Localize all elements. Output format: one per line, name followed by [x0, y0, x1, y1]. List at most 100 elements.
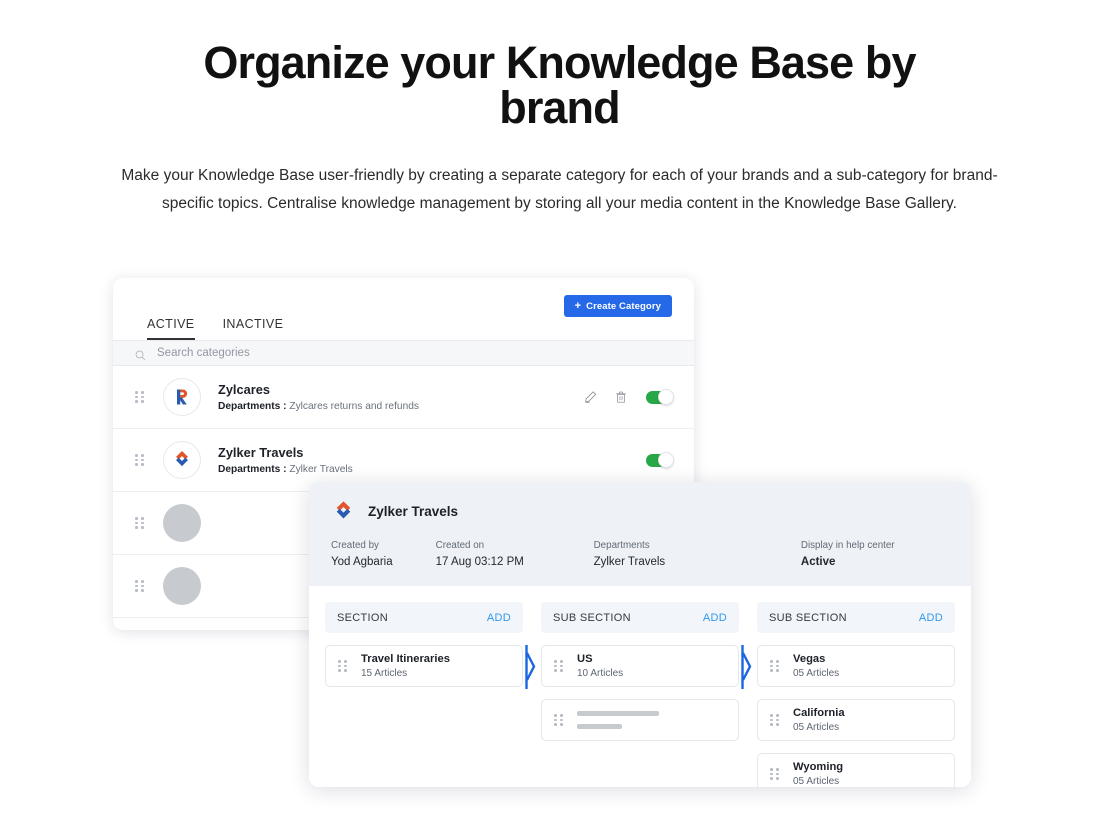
section-column: SECTION ADD Travel Itineraries 15 Articl… — [325, 602, 536, 787]
list-item-count: 05 Articles — [793, 776, 840, 787]
list-item-meta: Wyoming 05 Articles — [793, 761, 843, 787]
list-item-count: 05 Articles — [793, 668, 840, 679]
field-label: Display in help center — [800, 540, 895, 551]
list-item-meta: California 05 Articles — [793, 707, 845, 733]
zylcares-r-logo — [163, 378, 201, 416]
delete-icon[interactable] — [615, 390, 628, 404]
search-bar[interactable]: Search categories — [113, 340, 694, 366]
departments-label: Departments : — [218, 401, 287, 412]
category-name: Zylker Travels — [218, 445, 304, 460]
category-meta: Zylcares Departments : Zylcares returns … — [218, 382, 584, 412]
drag-handle-icon[interactable] — [554, 714, 565, 726]
create-category-label: Create Category — [586, 300, 661, 312]
toggle-knob — [658, 389, 674, 405]
placeholder-line — [577, 724, 622, 729]
status-toggle[interactable] — [646, 452, 674, 468]
list-item-meta: Travel Itineraries 15 Articles — [361, 653, 450, 679]
field-created-by: Created by Yod Agbaria — [331, 540, 436, 568]
edit-icon[interactable] — [584, 390, 597, 404]
list-item-name: California — [793, 707, 845, 719]
status-badge: Active — [800, 556, 836, 568]
list-item-count: 10 Articles — [577, 668, 624, 679]
connector-arrow-icon — [525, 645, 536, 689]
connector-arrow-icon — [741, 645, 752, 689]
list-item-name: US — [577, 653, 593, 665]
tab-inactive[interactable]: INACTIVE — [223, 317, 284, 340]
category-departments: Departments : Zylker Travels — [218, 464, 646, 475]
list-item[interactable]: Wyoming 05 Articles — [757, 753, 955, 787]
list-item-name: Vegas — [793, 653, 826, 665]
page-subtitle: Make your Knowledge Base user-friendly b… — [121, 167, 998, 212]
avatar — [163, 504, 201, 542]
drag-handle-icon[interactable] — [770, 660, 781, 672]
create-category-button[interactable]: + Create Category — [563, 295, 672, 317]
field-created-on: Created on 17 Aug 03:12 PM — [436, 540, 594, 568]
search-input-placeholder[interactable]: Search categories — [157, 347, 250, 359]
section-column-header: SECTION ADD — [325, 602, 523, 633]
detail-fields: Created by Yod Agbaria Created on 17 Aug… — [331, 540, 949, 568]
drag-handle-icon[interactable] — [135, 517, 146, 529]
field-value: 17 Aug 03:12 PM — [435, 556, 524, 568]
field-label: Created on — [435, 540, 485, 551]
list-item-meta: Vegas 05 Articles — [793, 653, 839, 679]
drag-handle-icon[interactable] — [338, 660, 349, 672]
drag-handle-icon[interactable] — [770, 768, 781, 780]
tab-active[interactable]: ACTIVE — [147, 317, 195, 340]
status-toggle[interactable] — [646, 389, 674, 405]
search-icon — [135, 348, 146, 360]
zylker-travels-logo — [331, 499, 356, 524]
drag-handle-icon[interactable] — [135, 580, 146, 592]
detail-panel-header: Zylker Travels Created by Yod Agbaria Cr… — [309, 482, 971, 586]
departments-value: Zylker Travels — [289, 464, 353, 475]
list-item — [541, 699, 739, 741]
detail-panel-body: SECTION ADD Travel Itineraries 15 Articl… — [309, 586, 971, 787]
row-actions — [646, 452, 674, 468]
sub-section-column-header: SUB SECTION ADD — [541, 602, 739, 633]
plus-icon: + — [574, 299, 582, 312]
column-title: SUB SECTION — [553, 611, 631, 624]
row-actions — [584, 389, 674, 405]
list-item[interactable]: California 05 Articles — [757, 699, 955, 741]
category-departments: Departments : Zylcares returns and refun… — [218, 401, 584, 412]
drag-handle-icon[interactable] — [770, 714, 781, 726]
column-title: SECTION — [337, 611, 388, 624]
column-title: SUB SECTION — [769, 611, 847, 624]
sub-section-column-header: SUB SECTION ADD — [757, 602, 955, 633]
list-item[interactable]: Travel Itineraries 15 Articles — [325, 645, 523, 687]
drag-handle-icon[interactable] — [135, 454, 146, 466]
list-item-count: 15 Articles — [361, 668, 408, 679]
sub-section-column: SUB SECTION ADD US 10 Articles — [541, 602, 752, 787]
field-departments: Departments Zylker Travels — [594, 540, 801, 568]
field-label: Departments — [593, 540, 650, 551]
detail-title-row: Zylker Travels — [331, 499, 949, 524]
departments-label: Departments : — [218, 464, 287, 475]
category-toolbar: + Create Category ACTIVE INACTIVE — [113, 278, 694, 340]
field-display-in-help-center: Display in help center Active — [801, 540, 949, 568]
list-item[interactable]: Vegas 05 Articles — [757, 645, 955, 687]
list-item[interactable]: US 10 Articles — [541, 645, 739, 687]
detail-panel-title: Zylker Travels — [368, 504, 459, 519]
zylker-travels-logo — [163, 441, 201, 479]
hero-section: Organize your Knowledge Base by brand Ma… — [0, 0, 1119, 218]
add-sub-section-button[interactable]: ADD — [703, 612, 727, 624]
category-detail-panel: Zylker Travels Created by Yod Agbaria Cr… — [309, 482, 971, 787]
drag-handle-icon[interactable] — [554, 660, 565, 672]
page-title: Organize your Knowledge Base by brand — [203, 37, 916, 133]
add-section-button[interactable]: ADD — [487, 612, 511, 624]
drag-handle-icon[interactable] — [135, 391, 146, 403]
add-sub-section-button[interactable]: ADD — [919, 612, 943, 624]
list-item-meta: US 10 Articles — [577, 653, 623, 679]
sub-section-column: SUB SECTION ADD Vegas 05 Articles Califo… — [757, 602, 955, 787]
placeholder-lines — [577, 711, 659, 729]
list-item-name: Wyoming — [793, 761, 844, 773]
page-root: Organize your Knowledge Base by brand Ma… — [0, 0, 1119, 836]
list-item-count: 05 Articles — [793, 722, 840, 733]
table-row[interactable]: Zylcares Departments : Zylcares returns … — [113, 366, 694, 429]
field-label: Created by — [331, 540, 379, 551]
category-name: Zylcares — [218, 382, 270, 397]
toggle-knob — [658, 452, 674, 468]
field-value: Yod Agbaria — [331, 556, 393, 568]
list-item-name: Travel Itineraries — [361, 653, 450, 665]
field-value: Zylker Travels — [593, 556, 666, 568]
avatar — [163, 567, 201, 605]
